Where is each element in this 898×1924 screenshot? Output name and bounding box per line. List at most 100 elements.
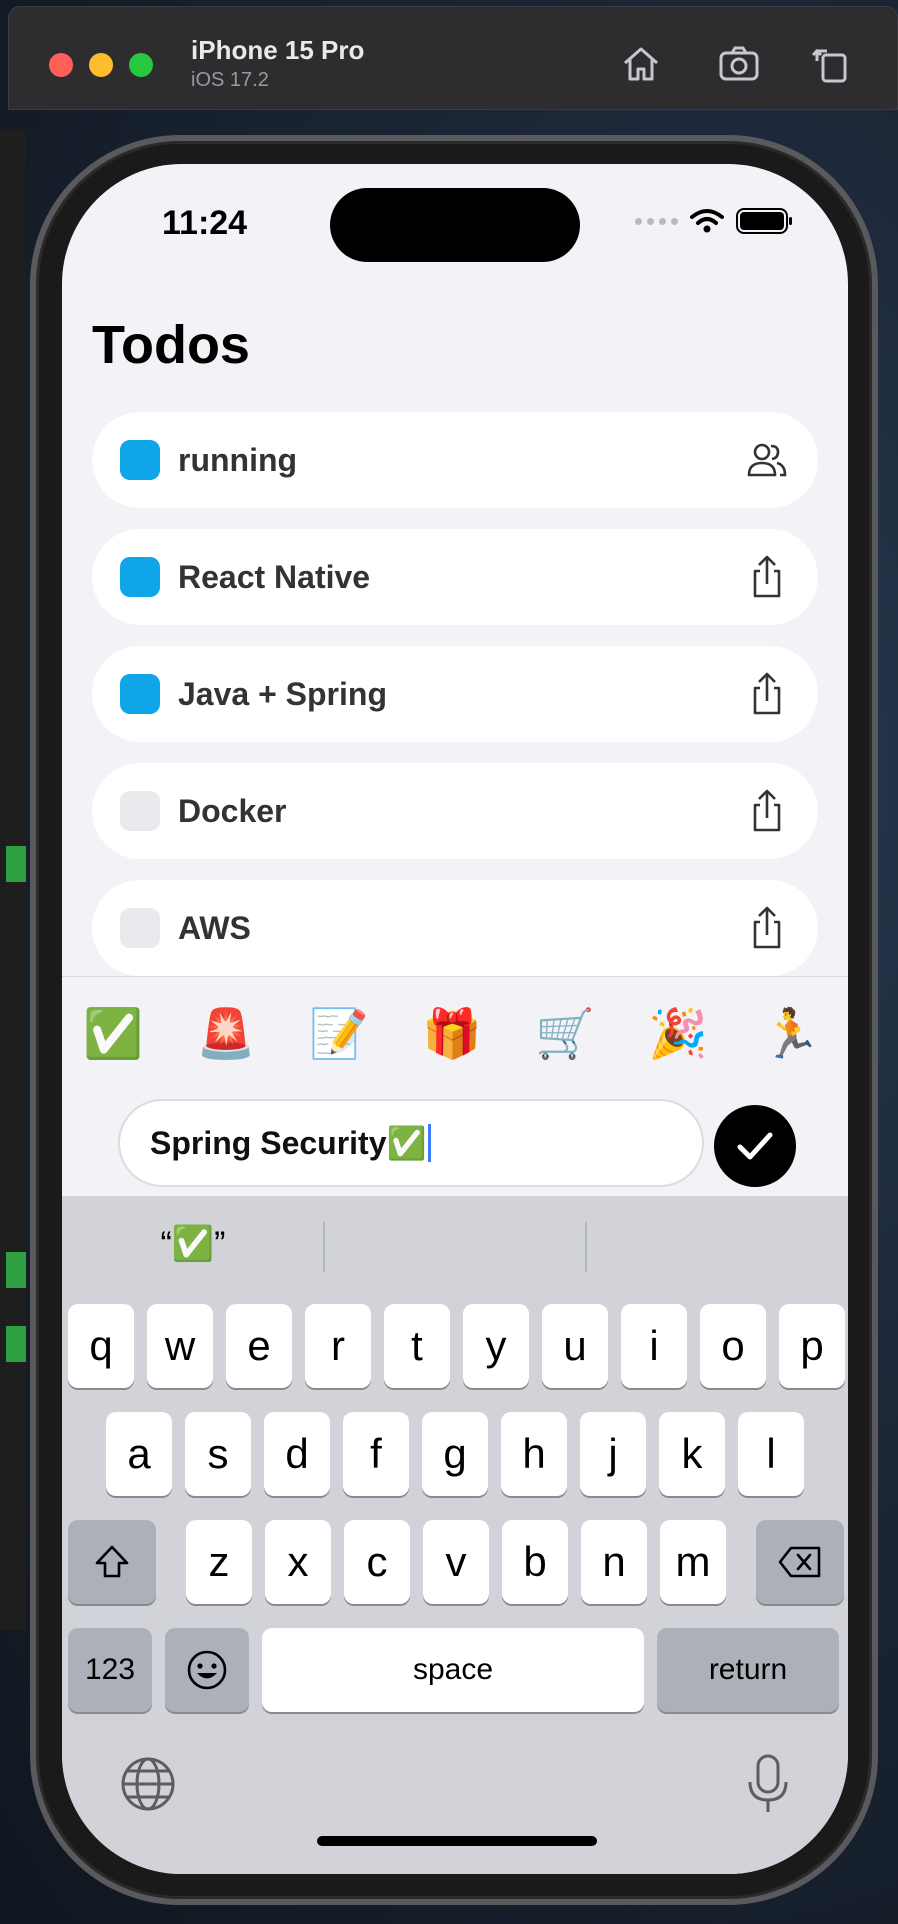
key-p[interactable]: p bbox=[779, 1304, 845, 1388]
key-a[interactable]: a bbox=[106, 1412, 172, 1496]
todo-label: Docker bbox=[178, 792, 287, 829]
key-y[interactable]: y bbox=[463, 1304, 529, 1388]
key-v[interactable]: v bbox=[423, 1520, 489, 1604]
space-key[interactable]: space bbox=[262, 1628, 644, 1712]
todo-checkbox[interactable] bbox=[120, 791, 160, 831]
dynamic-island bbox=[330, 188, 580, 262]
key-s[interactable]: s bbox=[185, 1412, 251, 1496]
wifi-icon bbox=[690, 209, 724, 233]
todo-item[interactable]: running bbox=[92, 412, 818, 508]
minimize-window-button[interactable] bbox=[89, 53, 113, 77]
delete-key[interactable] bbox=[756, 1520, 844, 1604]
status-indicators bbox=[635, 208, 792, 234]
todo-checkbox[interactable] bbox=[120, 908, 160, 948]
key-x[interactable]: x bbox=[265, 1520, 331, 1604]
todo-checkbox[interactable] bbox=[120, 440, 160, 480]
todo-item[interactable]: Java + Spring bbox=[92, 646, 818, 742]
emoji-cart-button[interactable]: 🛒 bbox=[534, 1005, 596, 1062]
emoji-runner-button[interactable]: 🏃 bbox=[760, 1005, 822, 1062]
key-t[interactable]: t bbox=[384, 1304, 450, 1388]
home-indicator[interactable] bbox=[317, 1836, 597, 1846]
device-name: iPhone 15 Pro bbox=[191, 35, 365, 65]
new-todo-panel: ✅ 🚨 📝 🎁 🛒 🎉 🏃 Spring Security✅ bbox=[62, 976, 848, 1196]
simulator-title-bar: iPhone 15 Pro iOS 17.2 bbox=[8, 6, 898, 110]
prediction-suggestion[interactable]: “✅” bbox=[62, 1224, 324, 1264]
emoji-siren-button[interactable]: 🚨 bbox=[195, 1005, 257, 1062]
key-d[interactable]: d bbox=[264, 1412, 330, 1496]
globe-button[interactable] bbox=[118, 1754, 178, 1814]
close-window-button[interactable] bbox=[49, 53, 73, 77]
todo-label: Java + Spring bbox=[178, 675, 387, 712]
key-i[interactable]: i bbox=[621, 1304, 687, 1388]
zoom-window-button[interactable] bbox=[129, 53, 153, 77]
phone-screen: 11:24 Todos running React Native Java + … bbox=[62, 164, 848, 1874]
share-button[interactable] bbox=[744, 788, 790, 834]
predictive-bar: “✅” bbox=[62, 1196, 848, 1292]
emoji-memo-button[interactable]: 📝 bbox=[308, 1005, 370, 1062]
key-h[interactable]: h bbox=[501, 1412, 567, 1496]
todo-item[interactable]: React Native bbox=[92, 529, 818, 625]
share-button[interactable] bbox=[744, 671, 790, 717]
screenshot-icon bbox=[719, 46, 759, 81]
key-e[interactable]: e bbox=[226, 1304, 292, 1388]
todo-list: running React Native Java + Spring Docke… bbox=[92, 412, 818, 997]
todo-label: React Native bbox=[178, 558, 371, 595]
share-button[interactable] bbox=[744, 554, 790, 600]
editor-marker bbox=[6, 846, 26, 882]
cellular-signal-icon bbox=[635, 217, 678, 225]
return-key[interactable]: return bbox=[657, 1628, 839, 1712]
key-c[interactable]: c bbox=[344, 1520, 410, 1604]
keyboard-row-3: z x c v b n m bbox=[68, 1520, 844, 1604]
letter-group: z x c v b n m bbox=[186, 1520, 726, 1604]
rotate-button[interactable] bbox=[809, 41, 853, 85]
key-o[interactable]: o bbox=[700, 1304, 766, 1388]
status-time: 11:24 bbox=[162, 204, 248, 242]
home-icon bbox=[624, 47, 658, 81]
share-icon bbox=[753, 555, 781, 598]
emoji-key[interactable] bbox=[165, 1628, 249, 1712]
submit-todo-button[interactable] bbox=[714, 1105, 796, 1187]
shift-key[interactable] bbox=[68, 1520, 156, 1604]
todo-checkbox[interactable] bbox=[120, 674, 160, 714]
key-z[interactable]: z bbox=[186, 1520, 252, 1604]
key-j[interactable]: j bbox=[580, 1412, 646, 1496]
key-f[interactable]: f bbox=[343, 1412, 409, 1496]
todo-label: running bbox=[178, 441, 298, 478]
page-title: Todos bbox=[92, 315, 250, 375]
editor-marker bbox=[6, 1252, 26, 1288]
key-k[interactable]: k bbox=[659, 1412, 725, 1496]
todo-item[interactable]: Docker bbox=[92, 763, 818, 859]
prediction-divider bbox=[323, 1222, 325, 1272]
key-r[interactable]: r bbox=[305, 1304, 371, 1388]
key-m[interactable]: m bbox=[660, 1520, 726, 1604]
key-b[interactable]: b bbox=[502, 1520, 568, 1604]
key-g[interactable]: g bbox=[422, 1412, 488, 1496]
screenshot-button[interactable] bbox=[717, 41, 761, 85]
text-caret bbox=[428, 1124, 432, 1162]
key-n[interactable]: n bbox=[581, 1520, 647, 1604]
share-with-people-button[interactable] bbox=[744, 437, 790, 483]
key-l[interactable]: l bbox=[738, 1412, 804, 1496]
emoji-bar: ✅ 🚨 📝 🎁 🛒 🎉 🏃 bbox=[62, 977, 848, 1062]
keyboard-row-4: 123 space return bbox=[68, 1628, 839, 1712]
emoji-check-button[interactable]: ✅ bbox=[82, 1005, 144, 1062]
todo-text-value: Spring Security✅ bbox=[150, 1125, 427, 1161]
shift-icon bbox=[95, 1545, 129, 1578]
share-button[interactable] bbox=[744, 905, 790, 951]
todo-text-input[interactable]: Spring Security✅ bbox=[118, 1099, 704, 1187]
home-button[interactable] bbox=[619, 41, 663, 85]
key-q[interactable]: q bbox=[68, 1304, 134, 1388]
todo-checkbox[interactable] bbox=[120, 557, 160, 597]
todo-item[interactable]: AWS bbox=[92, 880, 818, 976]
numbers-key[interactable]: 123 bbox=[68, 1628, 152, 1712]
share-icon bbox=[753, 672, 781, 715]
dictation-button[interactable] bbox=[738, 1752, 798, 1812]
keyboard-row-1: q w e r t y u i o p bbox=[68, 1304, 845, 1388]
emoji-gift-button[interactable]: 🎁 bbox=[421, 1005, 483, 1062]
key-w[interactable]: w bbox=[147, 1304, 213, 1388]
checkmark-icon bbox=[737, 1132, 773, 1160]
os-version: iOS 17.2 bbox=[191, 69, 269, 91]
key-u[interactable]: u bbox=[542, 1304, 608, 1388]
emoji-party-button[interactable]: 🎉 bbox=[647, 1005, 709, 1062]
globe-icon bbox=[121, 1757, 175, 1811]
